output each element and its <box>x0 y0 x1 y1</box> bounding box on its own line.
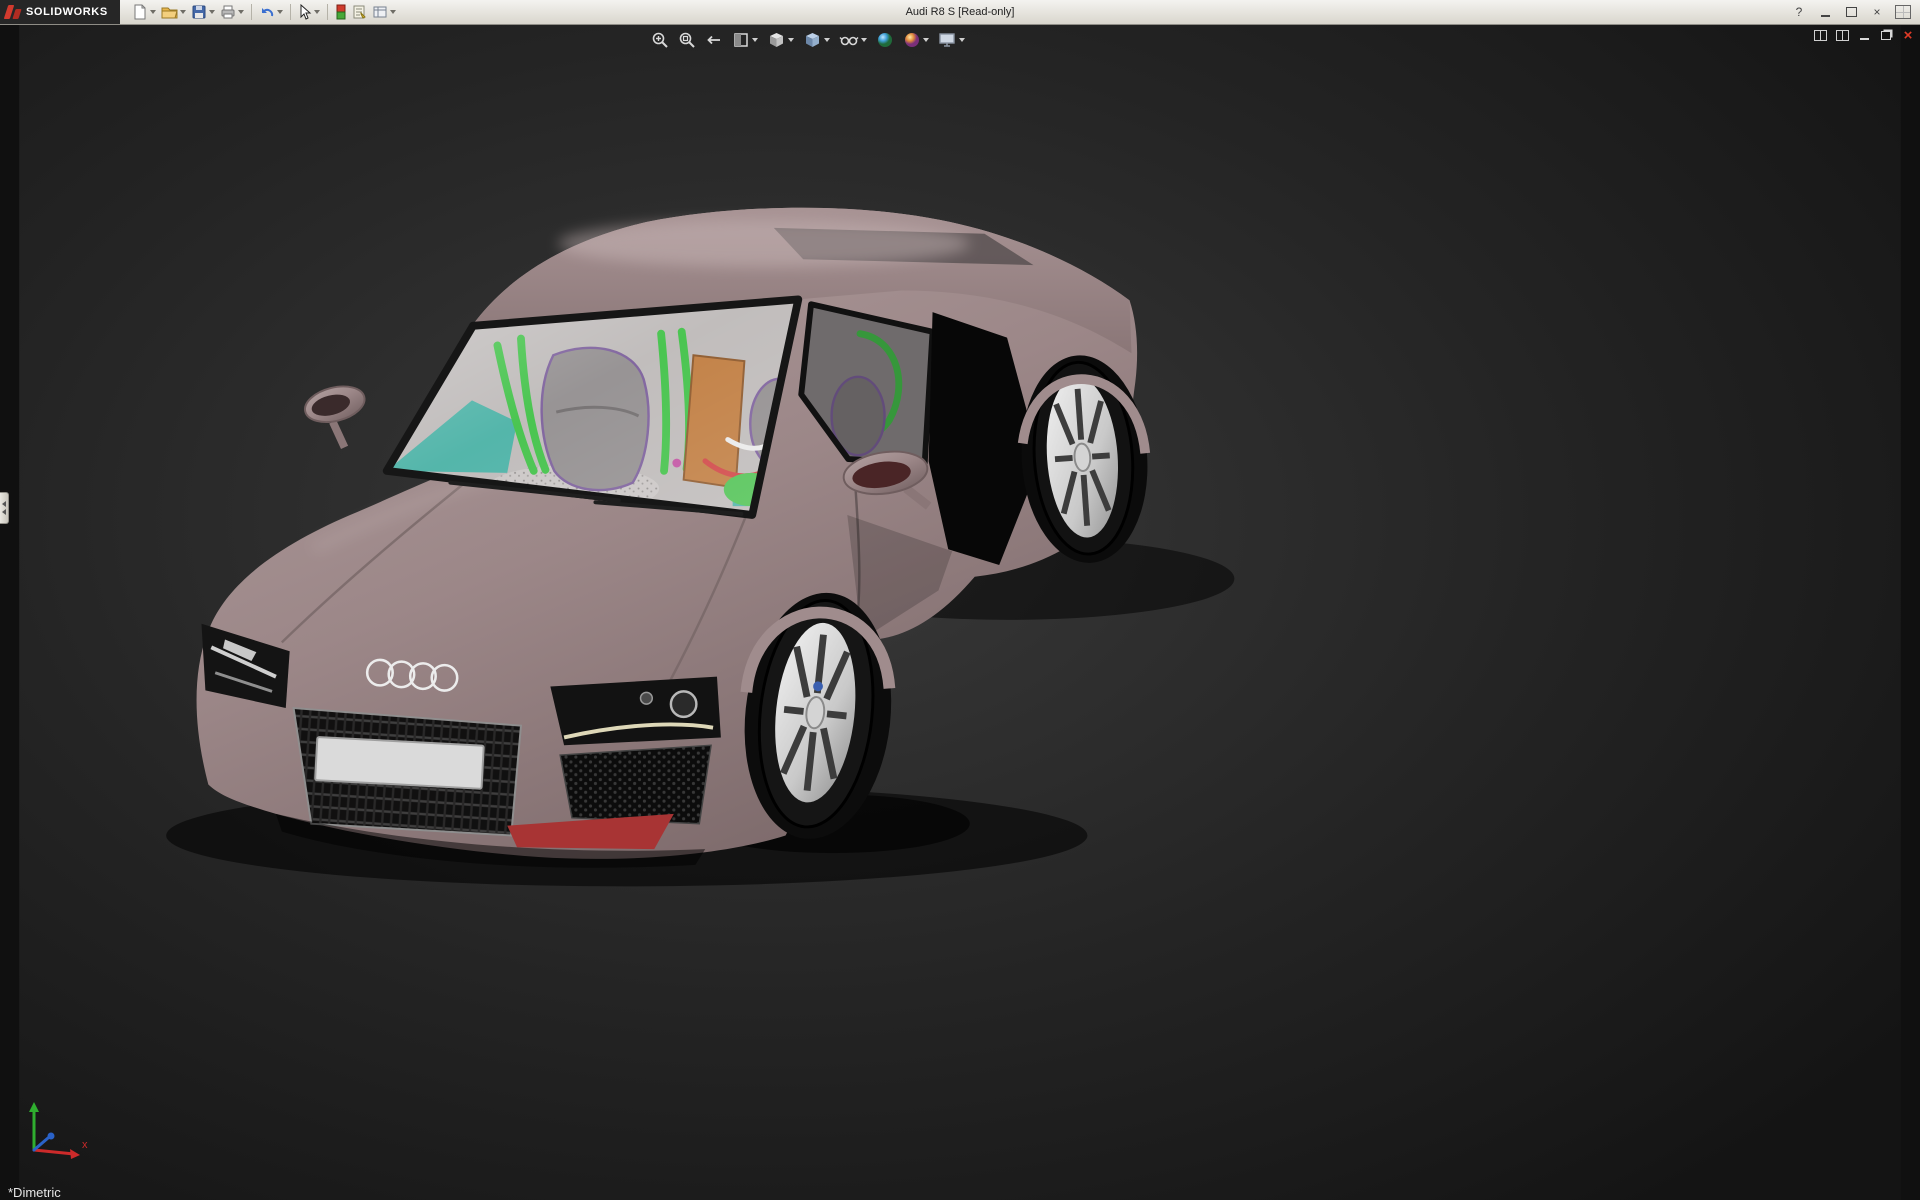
section-view-button[interactable] <box>729 29 761 51</box>
doc-restore-icon <box>1881 31 1891 40</box>
headsup-view-toolbar <box>648 29 968 51</box>
new-document-icon <box>132 4 148 20</box>
solidworks-logo: SOLIDWORKS <box>0 0 120 24</box>
view-orientation-label: *Dimetric <box>8 1185 61 1200</box>
save-button[interactable] <box>189 2 217 22</box>
zoom-to-area-icon <box>678 31 696 49</box>
print-button[interactable] <box>218 2 246 22</box>
model-view-audi-r8[interactable] <box>0 24 1920 1200</box>
view-settings-button[interactable] <box>935 29 968 51</box>
new-document-button[interactable] <box>130 2 158 22</box>
app-name: SOLIDWORKS <box>26 6 108 18</box>
close-button[interactable]: × <box>1866 3 1888 22</box>
orientation-triad[interactable]: x <box>16 1092 96 1162</box>
graphics-area[interactable]: × x *Dimetric <box>0 24 1920 1200</box>
pane-split-left-button[interactable] <box>1812 28 1828 42</box>
file-properties-icon <box>352 4 367 20</box>
doc-close-button[interactable]: × <box>1900 28 1916 42</box>
doc-minimize-icon <box>1860 38 1869 40</box>
edit-appearance-icon <box>876 31 894 49</box>
solidworks-logo-icon <box>6 5 20 19</box>
previous-view-icon <box>705 31 723 49</box>
open-icon <box>161 4 178 20</box>
zoom-to-fit-button[interactable] <box>648 29 672 51</box>
window-layout-button[interactable] <box>1892 3 1914 22</box>
view-settings-icon <box>938 31 957 49</box>
main-toolbar <box>130 2 398 22</box>
previous-view-button[interactable] <box>702 29 726 51</box>
display-style-icon <box>803 31 822 49</box>
hide-show-items-icon <box>839 31 859 49</box>
window-layout-icon <box>1895 5 1911 19</box>
minimize-button[interactable] <box>1814 3 1836 22</box>
options-button[interactable] <box>370 2 398 22</box>
help-button[interactable]: ? <box>1788 3 1810 22</box>
undo-button[interactable] <box>257 2 285 22</box>
undo-icon <box>259 4 275 20</box>
print-icon <box>220 4 236 20</box>
rebuild-icon <box>335 4 347 20</box>
hide-show-items-button[interactable] <box>836 29 870 51</box>
select-cursor-icon <box>298 4 312 20</box>
viewport-window-controls: × <box>1812 28 1916 42</box>
display-style-button[interactable] <box>800 29 833 51</box>
maximize-button[interactable] <box>1840 3 1862 22</box>
zoom-to-area-button[interactable] <box>675 29 699 51</box>
doc-restore-button[interactable] <box>1878 28 1894 42</box>
pane-split-right-button[interactable] <box>1834 28 1850 42</box>
file-properties-button[interactable] <box>350 2 369 22</box>
apply-scene-button[interactable] <box>900 29 932 51</box>
section-view-icon <box>732 31 750 49</box>
apply-scene-icon <box>903 31 921 49</box>
view-orientation-button[interactable] <box>764 29 797 51</box>
zoom-to-fit-icon <box>651 31 669 49</box>
view-orientation-icon <box>767 31 786 49</box>
feature-panel-splitter[interactable] <box>0 492 9 524</box>
titlebar: SOLIDWORKS <box>0 0 1920 25</box>
save-icon <box>191 4 207 20</box>
doc-minimize-button[interactable] <box>1856 28 1872 42</box>
minimize-icon <box>1821 15 1830 17</box>
pane-left-icon <box>1814 30 1827 41</box>
svg-text:x: x <box>82 1139 88 1151</box>
edit-appearance-button[interactable] <box>873 29 897 51</box>
open-button[interactable] <box>159 2 188 22</box>
pane-right-icon <box>1836 30 1849 41</box>
rebuild-button[interactable] <box>333 2 349 22</box>
options-icon <box>372 4 388 20</box>
maximize-icon <box>1846 7 1857 17</box>
select-button[interactable] <box>296 2 322 22</box>
titlebar-window-controls: ? × <box>1788 3 1920 22</box>
